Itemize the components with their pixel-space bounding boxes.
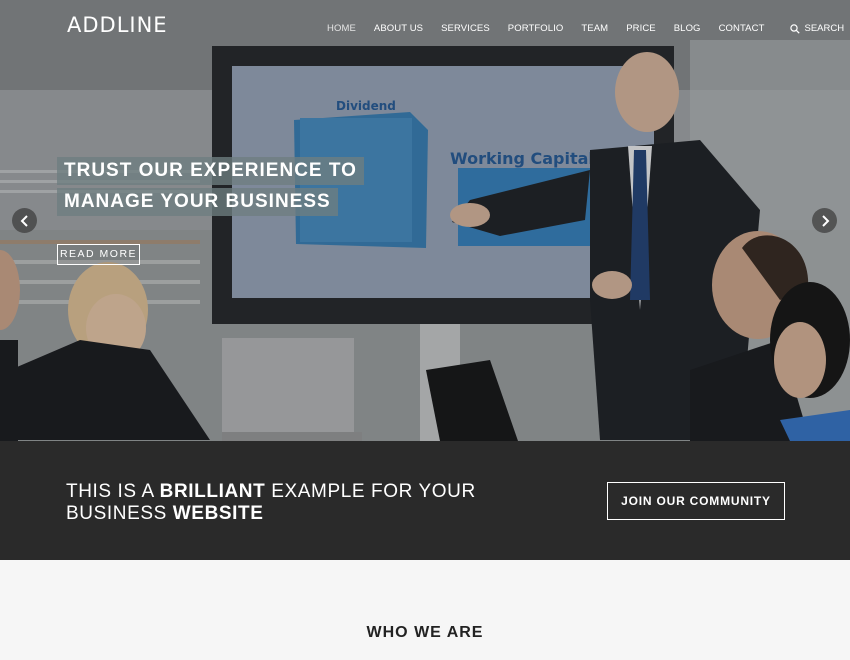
read-more-button[interactable]: READ MORE (57, 244, 140, 265)
cta-bold-1: BRILLIANT (159, 481, 266, 502)
hero-overlay (0, 0, 850, 441)
nav-item-about-us[interactable]: ABOUT US (374, 23, 423, 34)
search-button[interactable]: SEARCH (790, 23, 844, 34)
nav-item-home[interactable]: HOME (327, 23, 356, 34)
cta-line-2: BUSINESS WEBSITE (66, 503, 476, 525)
cta-bold-2: WEBSITE (172, 503, 264, 524)
main-nav: HOME ABOUT US SERVICES PORTFOLIO TEAM PR… (327, 23, 844, 34)
hero-headline-line2: MANAGE YOUR BUSINESS (57, 188, 338, 216)
cta-part-3: BUSINESS (66, 503, 173, 524)
hero-slider: Dividend Working Capital ADDLINE HOME AB… (0, 0, 850, 441)
slider-prev-button[interactable] (12, 208, 37, 233)
who-we-are-title: WHO WE ARE (366, 624, 484, 641)
join-community-button[interactable]: JOIN OUR COMMUNITY (607, 482, 785, 520)
chevron-left-icon (20, 214, 28, 227)
cta-part-2: EXAMPLE FOR YOUR (265, 481, 476, 502)
nav-item-blog[interactable]: BLOG (674, 23, 701, 34)
hero-headline-line1: TRUST OUR EXPERIENCE TO (57, 157, 364, 185)
nav-item-services[interactable]: SERVICES (441, 23, 490, 34)
site-header: ADDLINE HOME ABOUT US SERVICES PORTFOLIO… (0, 0, 850, 58)
search-icon (790, 23, 801, 34)
nav-item-team[interactable]: TEAM (581, 23, 608, 34)
nav-item-contact[interactable]: CONTACT (719, 23, 765, 34)
nav-item-portfolio[interactable]: PORTFOLIO (508, 23, 564, 34)
headline-text-2: MANAGE YOUR BUSINESS (57, 188, 338, 216)
who-we-are-section (0, 560, 850, 660)
cta-line-1: THIS IS A BRILLIANT EXAMPLE FOR YOUR (66, 481, 476, 503)
site-logo[interactable]: ADDLINE (67, 13, 168, 37)
cta-headline: THIS IS A BRILLIANT EXAMPLE FOR YOUR BUS… (66, 481, 476, 525)
headline-text-1: TRUST OUR EXPERIENCE TO (57, 157, 364, 185)
cta-part-1: THIS IS A (66, 481, 160, 502)
nav-item-price[interactable]: PRICE (626, 23, 656, 34)
slider-next-button[interactable] (812, 208, 837, 233)
chevron-right-icon (821, 214, 829, 227)
search-label: SEARCH (804, 23, 845, 34)
